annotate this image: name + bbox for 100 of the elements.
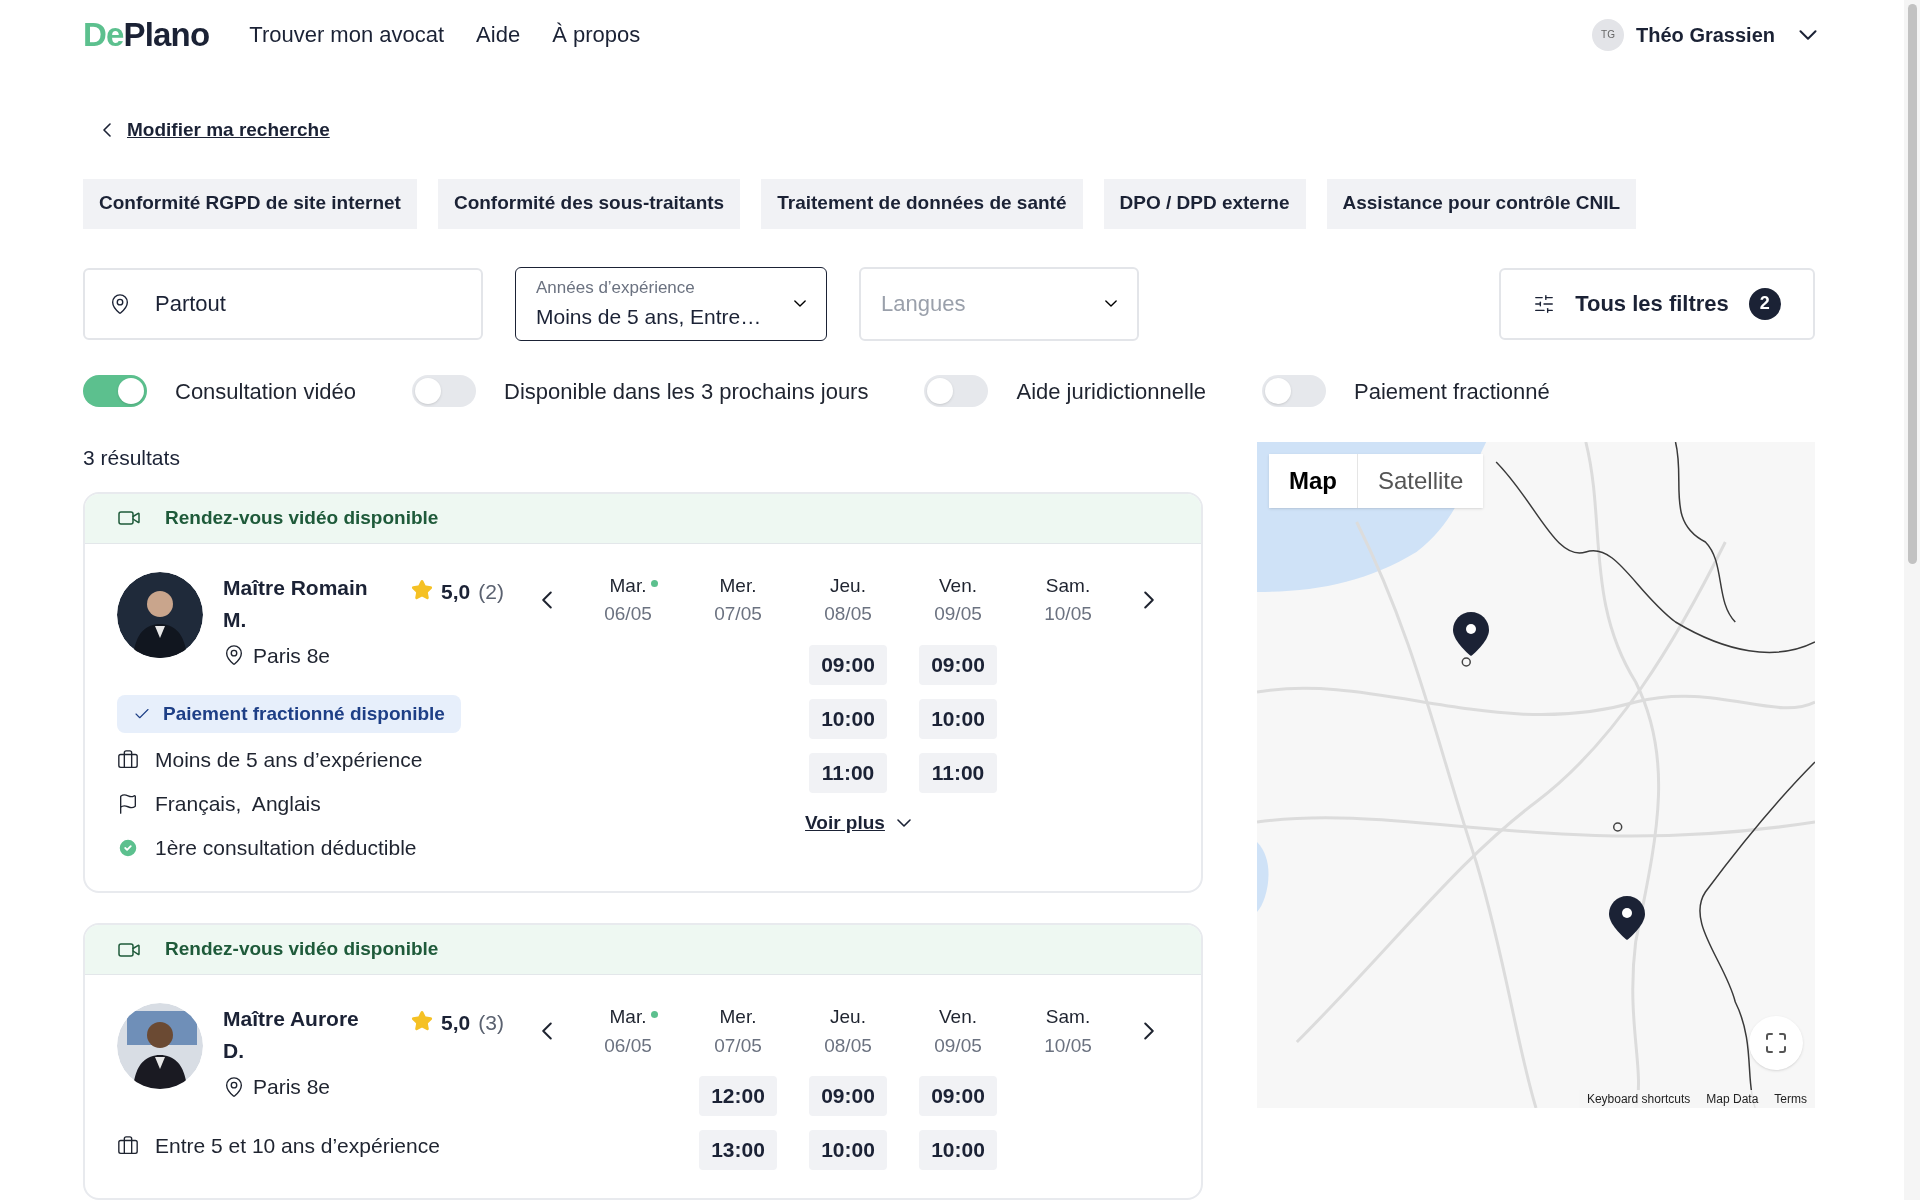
- specialty-tag[interactable]: Traitement de données de santé: [761, 178, 1083, 229]
- toggle-switch[interactable]: [1262, 375, 1326, 407]
- user-menu[interactable]: TG Théo Grassien: [1592, 18, 1817, 51]
- chevron-left-icon: [103, 123, 111, 138]
- map-pin-icon[interactable]: [1453, 611, 1489, 656]
- location-pin-icon: [109, 292, 131, 315]
- day-name: Jeu.: [830, 1006, 866, 1027]
- toggle-label: Consultation vidéo: [175, 377, 356, 406]
- briefcase-icon: [117, 749, 139, 771]
- day-name: Sam.: [1045, 1006, 1091, 1027]
- scrollbar[interactable]: [1904, 0, 1920, 1200]
- rating-value: 5,0: [441, 578, 471, 605]
- user-avatar: TG: [1592, 18, 1625, 51]
- detail-text: 1ère consultation déductible: [155, 835, 417, 862]
- review-count: (2): [478, 578, 504, 605]
- day-date: 09/05: [934, 602, 982, 626]
- toggle-switch[interactable]: [412, 375, 476, 407]
- time-slot[interactable]: 09:00: [809, 1076, 887, 1116]
- specialty-tag[interactable]: DPO / DPD externe: [1103, 178, 1306, 229]
- chevron-down-icon: [1799, 29, 1817, 40]
- detail-text: Entre 5 et 10 ans d’expérience: [155, 1132, 440, 1159]
- lawyer-location: Paris 8e: [253, 1074, 331, 1100]
- time-slot[interactable]: 11:00: [919, 752, 997, 793]
- map[interactable]: Map Satellite Keyboard shortcuts Map Data Terms: [1257, 441, 1815, 1108]
- day-name: Sam.: [1045, 574, 1091, 596]
- time-slot[interactable]: 10:00: [809, 698, 887, 739]
- location-pin-icon: [223, 1075, 245, 1098]
- lawyer-location: Paris 8e: [253, 642, 331, 669]
- nav-link[interactable]: Trouver mon avocat: [249, 18, 445, 51]
- time-slot[interactable]: 13:00: [699, 1130, 777, 1170]
- time-slot[interactable]: 09:00: [919, 644, 997, 685]
- check-circle-icon: [117, 837, 139, 859]
- time-slot[interactable]: 10:00: [919, 698, 997, 739]
- day-date: 06/05: [604, 1033, 652, 1058]
- banner-text: Rendez-vous vidéo disponible: [165, 505, 439, 530]
- toggle-switch[interactable]: [924, 375, 989, 407]
- day-date: 09/05: [934, 1033, 982, 1058]
- day-date: 07/05: [714, 602, 762, 626]
- detail-text: Moins de 5 ans d’expérience: [155, 747, 423, 774]
- map-type-tab[interactable]: Satellite: [1357, 453, 1484, 508]
- badge-text: Paiement fractionné disponible: [163, 701, 445, 726]
- map-footer-link[interactable]: Keyboard shortcuts: [1578, 1089, 1699, 1108]
- experience-select[interactable]: Années d’expérience Moins de 5 ans, Entre…: [515, 266, 827, 341]
- map-footer-link[interactable]: Map Data: [1698, 1089, 1767, 1108]
- location-field[interactable]: Partout: [83, 267, 483, 340]
- time-slot[interactable]: 09:00: [919, 1076, 997, 1116]
- lawyer-name[interactable]: Maître Romain M.: [223, 571, 383, 636]
- location-pin-icon: [223, 644, 245, 667]
- field-value: Moins de 5 ans, Entre…: [536, 303, 763, 330]
- field-label: Années d’expérience: [536, 277, 696, 299]
- rating-value: 5,0: [441, 1010, 471, 1036]
- day-date: 10/05: [1044, 1033, 1092, 1058]
- time-slot[interactable]: 10:00: [809, 1130, 887, 1170]
- chevron-down-icon: [896, 818, 911, 827]
- toggle-label: Aide juridictionnelle: [1016, 377, 1206, 406]
- detail-text: Français, Anglais: [155, 791, 321, 818]
- day-date: 08/05: [824, 1033, 872, 1058]
- specialty-tag[interactable]: Conformité des sous-traitants: [437, 178, 741, 229]
- day-name: Mar.: [609, 1006, 647, 1027]
- flag-icon: [117, 793, 139, 815]
- nav-link[interactable]: À propos: [552, 18, 641, 51]
- day-name: Mar.: [609, 574, 647, 596]
- star-icon: [411, 578, 433, 601]
- chevron-down-icon: [794, 300, 806, 307]
- specialty-tag[interactable]: Assistance pour contrôle CNIL: [1326, 178, 1637, 229]
- time-slot[interactable]: 12:00: [699, 1076, 777, 1116]
- briefcase-icon: [117, 1134, 139, 1157]
- time-slot[interactable]: 09:00: [809, 644, 887, 685]
- results-count: 3 résultats: [83, 444, 181, 471]
- logo[interactable]: DePlano: [83, 9, 210, 60]
- toggle-switch[interactable]: [83, 375, 147, 407]
- back-link[interactable]: Modifier ma recherche: [103, 116, 330, 145]
- chevron-left-icon: [542, 590, 552, 609]
- nav-link[interactable]: Aide: [476, 18, 521, 51]
- chevron-right-icon: [1144, 590, 1154, 609]
- time-slot[interactable]: 10:00: [919, 1130, 997, 1170]
- see-more-link[interactable]: Voir plus: [805, 808, 911, 837]
- review-count: (3): [478, 1010, 504, 1036]
- day-date: 10/05: [1044, 602, 1092, 626]
- day-name: Ven.: [938, 1006, 977, 1027]
- day-date: 06/05: [604, 602, 652, 626]
- lawyer-name[interactable]: Maître Aurore D.: [223, 1003, 383, 1067]
- chevron-left-icon: [542, 1022, 552, 1040]
- map-footer-link[interactable]: Terms: [1766, 1089, 1815, 1108]
- time-slot[interactable]: 11:00: [809, 752, 887, 793]
- map-type-tab[interactable]: Map: [1269, 453, 1357, 508]
- map-pin-icon[interactable]: [1609, 895, 1645, 940]
- chevron-down-icon: [1105, 300, 1117, 307]
- toggle-label: Paiement fractionné: [1354, 377, 1550, 406]
- specialty-tag[interactable]: Conformité RGPD de site internet: [83, 178, 417, 229]
- banner-text: Rendez-vous vidéo disponible: [165, 937, 439, 962]
- filter-count-badge: 2: [1748, 287, 1781, 320]
- star-icon: [411, 1010, 433, 1032]
- day-name: Mer.: [719, 1006, 757, 1027]
- all-filters-button[interactable]: Tous les filtres 2: [1499, 267, 1815, 340]
- day-name: Jeu.: [830, 574, 866, 596]
- day-name: Ven.: [938, 574, 977, 596]
- day-name: Mer.: [719, 574, 757, 596]
- day-date: 08/05: [824, 602, 872, 626]
- toggle-label: Disponible dans les 3 prochains jours: [504, 377, 869, 406]
